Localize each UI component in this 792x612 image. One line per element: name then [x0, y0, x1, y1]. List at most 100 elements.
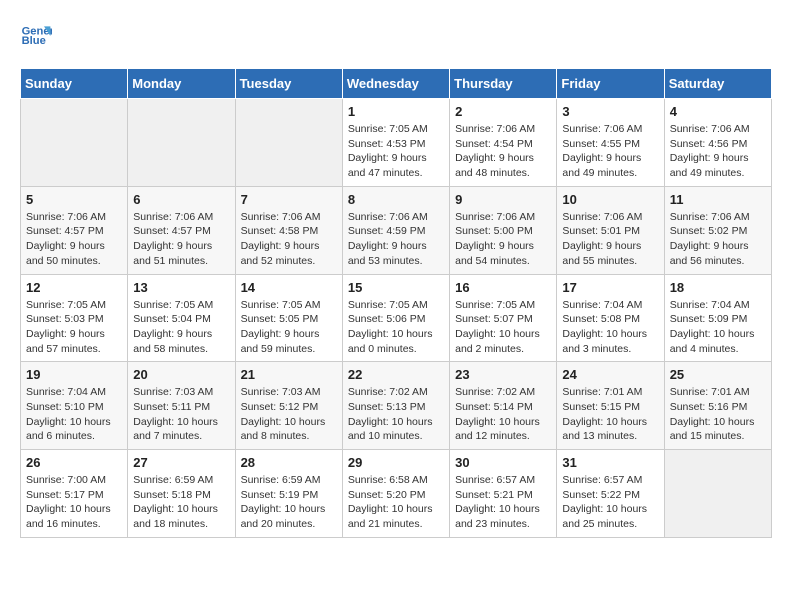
- day-info: Sunrise: 7:05 AMSunset: 4:53 PMDaylight:…: [348, 122, 444, 181]
- calendar-cell: 12 Sunrise: 7:05 AMSunset: 5:03 PMDayligh…: [21, 274, 128, 362]
- day-number: 15: [348, 280, 444, 295]
- day-number: 26: [26, 455, 122, 470]
- day-number: 22: [348, 367, 444, 382]
- weekday-header: Sunday: [21, 69, 128, 99]
- day-number: 31: [562, 455, 658, 470]
- day-number: 30: [455, 455, 551, 470]
- calendar-cell: 17 Sunrise: 7:04 AMSunset: 5:08 PMDayligh…: [557, 274, 664, 362]
- calendar-cell: [235, 99, 342, 187]
- day-number: 16: [455, 280, 551, 295]
- calendar-cell: 20 Sunrise: 7:03 AMSunset: 5:11 PMDayligh…: [128, 362, 235, 450]
- calendar-cell: 18 Sunrise: 7:04 AMSunset: 5:09 PMDayligh…: [664, 274, 771, 362]
- day-info: Sunrise: 7:05 AMSunset: 5:05 PMDaylight:…: [241, 298, 337, 357]
- calendar-cell: 11 Sunrise: 7:06 AMSunset: 5:02 PMDayligh…: [664, 186, 771, 274]
- day-info: Sunrise: 7:02 AMSunset: 5:13 PMDaylight:…: [348, 385, 444, 444]
- day-number: 3: [562, 104, 658, 119]
- day-number: 10: [562, 192, 658, 207]
- day-number: 21: [241, 367, 337, 382]
- day-number: 7: [241, 192, 337, 207]
- day-number: 2: [455, 104, 551, 119]
- calendar-header: SundayMondayTuesdayWednesdayThursdayFrid…: [21, 69, 772, 99]
- weekday-header: Monday: [128, 69, 235, 99]
- day-number: 1: [348, 104, 444, 119]
- calendar-cell: 24 Sunrise: 7:01 AMSunset: 5:15 PMDayligh…: [557, 362, 664, 450]
- calendar-cell: 13 Sunrise: 7:05 AMSunset: 5:04 PMDayligh…: [128, 274, 235, 362]
- day-info: Sunrise: 7:06 AMSunset: 5:00 PMDaylight:…: [455, 210, 551, 269]
- day-info: Sunrise: 7:04 AMSunset: 5:09 PMDaylight:…: [670, 298, 766, 357]
- day-number: 12: [26, 280, 122, 295]
- day-info: Sunrise: 7:06 AMSunset: 4:55 PMDaylight:…: [562, 122, 658, 181]
- day-info: Sunrise: 7:05 AMSunset: 5:07 PMDaylight:…: [455, 298, 551, 357]
- day-number: 28: [241, 455, 337, 470]
- calendar-cell: 23 Sunrise: 7:02 AMSunset: 5:14 PMDayligh…: [450, 362, 557, 450]
- day-number: 25: [670, 367, 766, 382]
- day-info: Sunrise: 7:05 AMSunset: 5:03 PMDaylight:…: [26, 298, 122, 357]
- logo: General Blue: [20, 20, 58, 52]
- day-number: 8: [348, 192, 444, 207]
- day-number: 13: [133, 280, 229, 295]
- day-info: Sunrise: 6:57 AMSunset: 5:22 PMDaylight:…: [562, 473, 658, 532]
- calendar-cell: 22 Sunrise: 7:02 AMSunset: 5:13 PMDayligh…: [342, 362, 449, 450]
- day-info: Sunrise: 7:06 AMSunset: 4:58 PMDaylight:…: [241, 210, 337, 269]
- day-info: Sunrise: 7:01 AMSunset: 5:16 PMDaylight:…: [670, 385, 766, 444]
- weekday-header: Friday: [557, 69, 664, 99]
- calendar-cell: [664, 450, 771, 538]
- calendar-cell: 26 Sunrise: 7:00 AMSunset: 5:17 PMDayligh…: [21, 450, 128, 538]
- calendar-cell: [128, 99, 235, 187]
- day-number: 27: [133, 455, 229, 470]
- day-number: 23: [455, 367, 551, 382]
- day-info: Sunrise: 7:04 AMSunset: 5:08 PMDaylight:…: [562, 298, 658, 357]
- day-number: 18: [670, 280, 766, 295]
- calendar-table: SundayMondayTuesdayWednesdayThursdayFrid…: [20, 68, 772, 538]
- day-info: Sunrise: 7:06 AMSunset: 5:01 PMDaylight:…: [562, 210, 658, 269]
- calendar-cell: 9 Sunrise: 7:06 AMSunset: 5:00 PMDaylight…: [450, 186, 557, 274]
- day-number: 9: [455, 192, 551, 207]
- logo-icon: General Blue: [20, 20, 52, 52]
- day-info: Sunrise: 7:06 AMSunset: 4:57 PMDaylight:…: [133, 210, 229, 269]
- weekday-header: Wednesday: [342, 69, 449, 99]
- day-number: 24: [562, 367, 658, 382]
- day-number: 4: [670, 104, 766, 119]
- day-info: Sunrise: 7:05 AMSunset: 5:04 PMDaylight:…: [133, 298, 229, 357]
- day-number: 6: [133, 192, 229, 207]
- calendar-cell: 27Sunrise: 6:59 AMSunset: 5:18 PMDayligh…: [128, 450, 235, 538]
- calendar-cell: 5 Sunrise: 7:06 AMSunset: 4:57 PMDaylight…: [21, 186, 128, 274]
- weekday-header: Saturday: [664, 69, 771, 99]
- day-info: Sunrise: 7:06 AMSunset: 4:57 PMDaylight:…: [26, 210, 122, 269]
- day-number: 5: [26, 192, 122, 207]
- day-info: Sunrise: 7:01 AMSunset: 5:15 PMDaylight:…: [562, 385, 658, 444]
- day-info: Sunrise: 7:06 AMSunset: 5:02 PMDaylight:…: [670, 210, 766, 269]
- calendar-cell: 14 Sunrise: 7:05 AMSunset: 5:05 PMDayligh…: [235, 274, 342, 362]
- calendar-cell: 8Sunrise: 7:06 AMSunset: 4:59 PMDaylight…: [342, 186, 449, 274]
- calendar-cell: [21, 99, 128, 187]
- day-info: Sunrise: 7:00 AMSunset: 5:17 PMDaylight:…: [26, 473, 122, 532]
- day-number: 11: [670, 192, 766, 207]
- calendar-cell: 31 Sunrise: 6:57 AMSunset: 5:22 PMDayligh…: [557, 450, 664, 538]
- calendar-cell: 10 Sunrise: 7:06 AMSunset: 5:01 PMDayligh…: [557, 186, 664, 274]
- day-info: Sunrise: 6:59 AMSunset: 5:19 PMDaylight:…: [241, 473, 337, 532]
- calendar-cell: 28 Sunrise: 6:59 AMSunset: 5:19 PMDayligh…: [235, 450, 342, 538]
- day-info: Sunrise: 7:04 AMSunset: 5:10 PMDaylight:…: [26, 385, 122, 444]
- day-info: Sunrise: 7:03 AMSunset: 5:12 PMDaylight:…: [241, 385, 337, 444]
- calendar-cell: 7 Sunrise: 7:06 AMSunset: 4:58 PMDaylight…: [235, 186, 342, 274]
- calendar-cell: 1 Sunrise: 7:05 AMSunset: 4:53 PMDaylight…: [342, 99, 449, 187]
- day-number: 17: [562, 280, 658, 295]
- calendar-cell: 19 Sunrise: 7:04 AMSunset: 5:10 PMDayligh…: [21, 362, 128, 450]
- calendar-cell: 30Sunrise: 6:57 AMSunset: 5:21 PMDayligh…: [450, 450, 557, 538]
- calendar-cell: 25 Sunrise: 7:01 AMSunset: 5:16 PMDayligh…: [664, 362, 771, 450]
- calendar-cell: 16 Sunrise: 7:05 AMSunset: 5:07 PMDayligh…: [450, 274, 557, 362]
- day-info: Sunrise: 7:02 AMSunset: 5:14 PMDaylight:…: [455, 385, 551, 444]
- calendar-cell: 29Sunrise: 6:58 AMSunset: 5:20 PMDayligh…: [342, 450, 449, 538]
- day-number: 19: [26, 367, 122, 382]
- svg-text:Blue: Blue: [22, 35, 46, 47]
- day-info: Sunrise: 7:03 AMSunset: 5:11 PMDaylight:…: [133, 385, 229, 444]
- calendar-cell: 4 Sunrise: 7:06 AMSunset: 4:56 PMDaylight…: [664, 99, 771, 187]
- day-info: Sunrise: 7:06 AMSunset: 4:56 PMDaylight:…: [670, 122, 766, 181]
- calendar-cell: 6 Sunrise: 7:06 AMSunset: 4:57 PMDaylight…: [128, 186, 235, 274]
- weekday-header: Tuesday: [235, 69, 342, 99]
- day-number: 20: [133, 367, 229, 382]
- calendar-cell: 2Sunrise: 7:06 AMSunset: 4:54 PMDaylight…: [450, 99, 557, 187]
- day-number: 14: [241, 280, 337, 295]
- day-number: 29: [348, 455, 444, 470]
- calendar-cell: 21 Sunrise: 7:03 AMSunset: 5:12 PMDayligh…: [235, 362, 342, 450]
